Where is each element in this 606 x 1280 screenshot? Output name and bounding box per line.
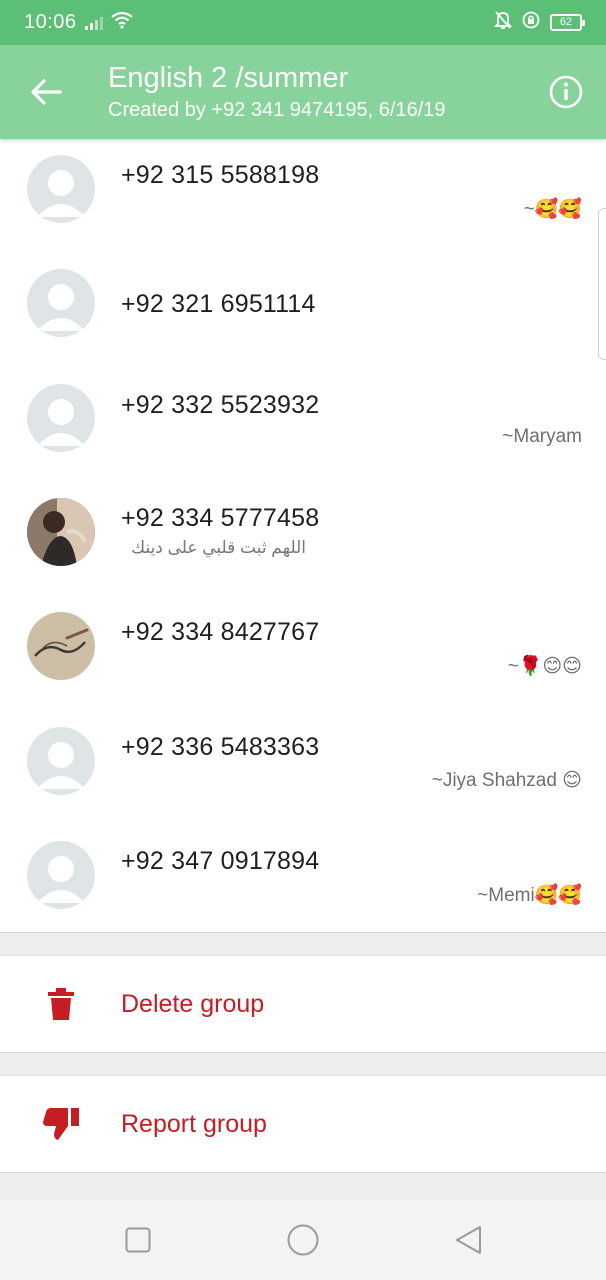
circle-icon	[287, 1224, 319, 1256]
group-subtitle: Created by +92 341 9474195, 6/16/19	[108, 99, 446, 121]
bell-off-icon	[493, 10, 513, 35]
arrow-left-icon	[31, 79, 62, 105]
member-phone: +92 315 5588198	[121, 161, 320, 189]
member-row[interactable]: +92 321 6951114	[0, 253, 606, 367]
member-status: ~Memi🥰🥰	[477, 885, 582, 906]
group-title: English 2 /summer	[108, 62, 349, 94]
square-icon	[125, 1227, 151, 1253]
back-nav-button[interactable]	[450, 1222, 486, 1258]
default-avatar-icon	[27, 269, 95, 337]
member-phone: +92 334 5777458	[121, 504, 320, 532]
member-list: +92 315 5588198 ~🥰🥰 +92 321 6951114 +92 …	[0, 139, 606, 933]
thumbs-down-icon	[0, 1108, 121, 1140]
battery-icon: 62	[550, 14, 585, 31]
status-bar: 10:06 62	[0, 0, 606, 45]
member-phone: +92 336 5483363	[121, 733, 320, 761]
default-avatar-icon	[27, 841, 95, 909]
member-row[interactable]: +92 347 0917894 ~Memi🥰🥰	[0, 825, 606, 932]
group-titles[interactable]: English 2 /summer Created by +92 341 947…	[108, 61, 526, 123]
member-phone: +92 347 0917894	[121, 847, 320, 875]
info-button[interactable]	[526, 45, 606, 139]
photo-avatar-girl	[27, 498, 95, 566]
data-saver-icon	[522, 11, 540, 34]
recents-button[interactable]	[120, 1222, 156, 1258]
report-group-button[interactable]: Report group	[0, 1075, 606, 1173]
member-row[interactable]: +92 315 5588198 ~🥰🥰	[0, 139, 606, 253]
member-status: ~🌹😊😊	[507, 656, 582, 677]
scrollbar[interactable]	[598, 208, 606, 360]
nav-bar	[0, 1200, 606, 1280]
default-avatar-icon	[27, 155, 95, 223]
delete-group-label: Delete group	[121, 989, 265, 1018]
info-icon	[549, 75, 583, 109]
triangle-back-icon	[456, 1226, 481, 1254]
default-avatar-icon	[27, 727, 95, 795]
member-row[interactable]: +92 334 8427767 ~🌹😊😊	[0, 596, 606, 710]
status-right: 62	[493, 10, 585, 35]
member-phone: +92 321 6951114	[121, 290, 316, 318]
report-group-label: Report group	[121, 1109, 267, 1138]
member-phone: +92 332 5523932	[121, 391, 320, 419]
wifi-icon	[110, 11, 133, 34]
member-status: ~Jiya Shahzad 😊	[431, 770, 582, 791]
member-about: اللهم ثبت قلبي على دينك	[131, 538, 306, 557]
member-phone: +92 334 8427767	[121, 618, 320, 646]
member-row[interactable]: +92 332 5523932 ~Maryam	[0, 368, 606, 482]
signal-icon	[84, 16, 103, 30]
status-time: 10:06	[24, 11, 77, 33]
member-row[interactable]: +92 336 5483363 ~Jiya Shahzad 😊	[0, 711, 606, 825]
photo-avatar-calligraphy	[27, 612, 95, 680]
delete-group-button[interactable]: Delete group	[0, 955, 606, 1053]
member-row[interactable]: +92 334 5777458 اللهم ثبت قلبي على دينك	[0, 482, 606, 596]
home-button[interactable]	[285, 1222, 321, 1258]
app-bar: English 2 /summer Created by +92 341 947…	[0, 45, 606, 139]
member-status: ~🥰🥰	[523, 199, 582, 220]
back-button[interactable]	[0, 45, 108, 139]
member-status: ~Maryam	[502, 426, 582, 447]
screen: 10:06 62 English 2 /summer Created by +9…	[0, 0, 606, 1280]
default-avatar-icon	[27, 384, 95, 452]
trash-icon	[0, 988, 121, 1020]
